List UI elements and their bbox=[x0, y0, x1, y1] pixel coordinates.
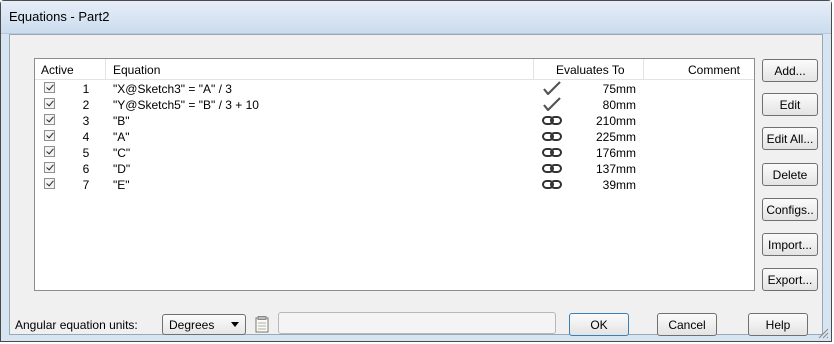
table-row[interactable]: 1 "X@Sketch3" = "A" / 3 75mm bbox=[35, 81, 754, 97]
resize-grip-icon[interactable] bbox=[817, 327, 829, 339]
evaluated-value: 80mm bbox=[602, 98, 636, 112]
equation-text[interactable]: "D" bbox=[113, 162, 130, 176]
add-button[interactable]: Add... bbox=[762, 59, 818, 82]
active-checkbox[interactable] bbox=[44, 82, 55, 93]
table-row[interactable]: 6 "D" 137mm bbox=[35, 161, 754, 177]
active-checkbox[interactable] bbox=[44, 178, 55, 189]
evaluated-value: 210mm bbox=[595, 114, 636, 128]
column-divider[interactable] bbox=[105, 59, 106, 79]
angular-units-label: Angular equation units: bbox=[15, 318, 138, 332]
equation-input-field[interactable] bbox=[278, 312, 556, 334]
column-divider[interactable] bbox=[643, 59, 644, 79]
column-header-comment[interactable]: Comment bbox=[688, 63, 740, 77]
equation-number: 1 bbox=[82, 82, 90, 96]
equation-number: 2 bbox=[82, 98, 90, 112]
cancel-button[interactable]: Cancel bbox=[657, 313, 717, 336]
import-button[interactable]: Import... bbox=[762, 233, 818, 256]
help-button[interactable]: Help bbox=[748, 313, 808, 336]
dialog-client-area: Active Equation Evaluates To Comment 1 "X… bbox=[9, 34, 823, 335]
equation-number: 7 bbox=[82, 178, 90, 192]
equation-text[interactable]: "B" bbox=[113, 114, 130, 128]
equation-text[interactable]: "Y@Sketch5" = "B" / 3 + 10 bbox=[113, 98, 259, 112]
export-button[interactable]: Export... bbox=[762, 268, 818, 291]
active-checkbox[interactable] bbox=[44, 114, 55, 125]
equation-text[interactable]: "E" bbox=[113, 178, 130, 192]
column-divider[interactable] bbox=[533, 59, 534, 79]
angular-units-value: Degrees bbox=[169, 318, 215, 332]
equation-number: 3 bbox=[82, 114, 90, 128]
link-icon bbox=[542, 113, 562, 127]
equation-number: 4 bbox=[82, 130, 90, 144]
column-header-active[interactable]: Active bbox=[41, 63, 74, 77]
equation-text[interactable]: "C" bbox=[113, 146, 130, 160]
column-header-evaluates-to[interactable]: Evaluates To bbox=[556, 63, 625, 77]
notepad-icon[interactable] bbox=[255, 316, 269, 333]
active-checkbox[interactable] bbox=[44, 130, 55, 141]
edit-button[interactable]: Edit bbox=[762, 93, 818, 116]
equations-list[interactable]: Active Equation Evaluates To Comment 1 "X… bbox=[34, 58, 755, 291]
title-bar[interactable]: Equations - Part2 bbox=[1, 1, 831, 34]
equations-dialog: Equations - Part2 Active Equation Evalua… bbox=[0, 0, 832, 342]
equation-text[interactable]: "A" bbox=[113, 130, 130, 144]
active-checkbox[interactable] bbox=[44, 162, 55, 173]
table-row[interactable]: 3 "B" 210mm bbox=[35, 113, 754, 129]
evaluated-value: 137mm bbox=[595, 162, 636, 176]
window-title: Equations - Part2 bbox=[9, 9, 110, 24]
active-checkbox[interactable] bbox=[44, 98, 55, 109]
table-row[interactable]: 4 "A" 225mm bbox=[35, 129, 754, 145]
table-row[interactable]: 5 "C" 176mm bbox=[35, 145, 754, 161]
link-icon bbox=[542, 145, 562, 159]
equation-text[interactable]: "X@Sketch3" = "A" / 3 bbox=[113, 82, 232, 96]
check-icon bbox=[542, 97, 562, 112]
table-row[interactable]: 2 "Y@Sketch5" = "B" / 3 + 10 80mm bbox=[35, 97, 754, 113]
ok-button[interactable]: OK bbox=[569, 313, 629, 336]
active-checkbox[interactable] bbox=[44, 146, 55, 157]
list-header: Active Equation Evaluates To Comment bbox=[35, 59, 754, 80]
link-icon bbox=[542, 129, 562, 143]
link-icon bbox=[542, 161, 562, 175]
configs-button[interactable]: Configs.. bbox=[762, 198, 818, 221]
link-icon bbox=[542, 177, 562, 191]
chevron-down-icon bbox=[231, 322, 239, 327]
evaluated-value: 225mm bbox=[595, 130, 636, 144]
equation-number: 6 bbox=[82, 162, 90, 176]
equation-number: 5 bbox=[82, 146, 90, 160]
table-row[interactable]: 7 "E" 39mm bbox=[35, 177, 754, 193]
column-header-equation[interactable]: Equation bbox=[113, 63, 160, 77]
evaluated-value: 39mm bbox=[602, 178, 636, 192]
delete-button[interactable]: Delete bbox=[762, 163, 818, 186]
check-icon bbox=[542, 81, 562, 96]
angular-units-dropdown[interactable]: Degrees bbox=[162, 314, 246, 335]
edit-all-button[interactable]: Edit All... bbox=[762, 127, 818, 150]
evaluated-value: 176mm bbox=[595, 146, 636, 160]
evaluated-value: 75mm bbox=[602, 82, 636, 96]
